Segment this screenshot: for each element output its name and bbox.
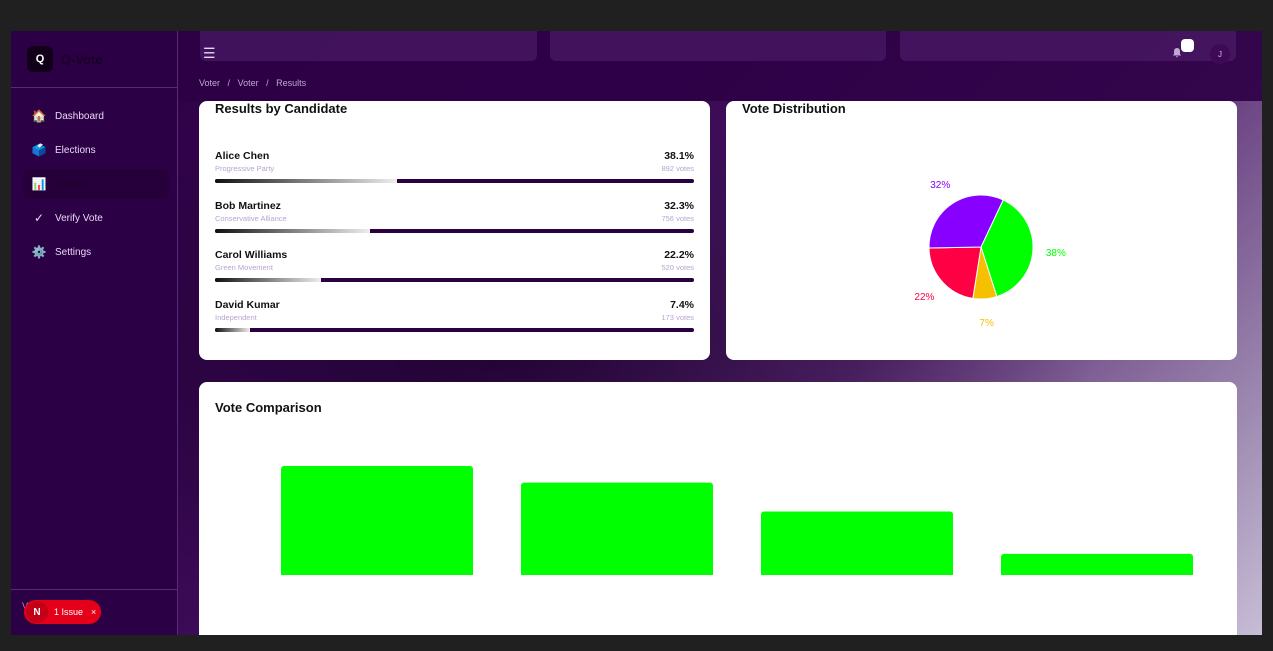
notification-dot xyxy=(1181,39,1194,52)
pie-slice-label: 32% xyxy=(930,180,950,191)
breadcrumb: Voter / Voter / Results xyxy=(199,78,311,88)
progress-bar xyxy=(215,278,694,282)
sidebar-item-label: Dashboard xyxy=(55,110,104,122)
breadcrumb-separator: / xyxy=(266,78,269,88)
sidebar-item-label: Verify Vote xyxy=(55,212,103,224)
candidate-party: Independent xyxy=(215,313,257,322)
sidebar-nav: 🏠 Dashboard 🗳️ Elections 📊 Results ✓ Ver… xyxy=(23,101,169,271)
menu-toggle-icon[interactable]: ☰ xyxy=(203,45,216,62)
main-content: ☰ Voter / Voter / Results J Results by C… xyxy=(178,31,1262,635)
chart-bar[interactable] xyxy=(281,465,473,581)
close-icon[interactable]: × xyxy=(91,607,96,617)
sidebar-item-elections[interactable]: 🗳️ Elections xyxy=(23,135,169,165)
candidate-name: Alice Chen xyxy=(215,150,270,162)
sidebar-item-results[interactable]: 📊 Results xyxy=(23,169,169,199)
issue-badge[interactable]: N 1 Issue × xyxy=(24,600,101,624)
sidebar-item-dashboard[interactable]: 🏠 Dashboard xyxy=(23,101,169,131)
candidate-row: Carol Williams 22.2% Green Movement 520 … xyxy=(215,249,694,289)
progress-fill xyxy=(215,328,251,332)
bar-chart xyxy=(199,465,1237,635)
candidate-party: Green Movement xyxy=(215,263,273,272)
sidebar-item-settings[interactable]: ⚙️ Settings xyxy=(23,237,169,267)
progress-bar xyxy=(215,179,694,183)
breadcrumb-separator: / xyxy=(227,78,231,88)
candidate-name: Bob Martinez xyxy=(215,200,281,212)
app-window: Q Q-Vote 🏠 Dashboard 🗳️ Elections 📊 Resu… xyxy=(11,31,1262,635)
chart-bar[interactable] xyxy=(761,511,953,581)
distribution-card: Vote Distribution 38% 7% 22% 32% xyxy=(726,101,1237,360)
pie-slice[interactable] xyxy=(928,246,982,299)
sidebar-item-verify-vote[interactable]: ✓ Verify Vote xyxy=(23,203,169,233)
issue-badge-text: 1 Issue xyxy=(54,607,84,617)
candidate-name: Carol Williams xyxy=(215,249,288,261)
candidate-percent: 22.2% xyxy=(664,249,694,261)
candidate-percent: 32.3% xyxy=(664,200,694,212)
app-name: Q-Vote xyxy=(61,51,103,67)
progress-bar xyxy=(215,229,694,233)
candidate-party: Progressive Party xyxy=(215,164,275,173)
card-title: Results by Candidate xyxy=(215,101,348,116)
top-bar: ☰ Voter / Voter / Results J xyxy=(178,31,1262,101)
breadcrumb-item[interactable]: Voter xyxy=(238,78,259,88)
breadcrumb-current: Results xyxy=(276,78,307,88)
issue-badge-logo: N xyxy=(26,601,48,623)
sidebar-item-label: Settings xyxy=(55,246,92,258)
progress-fill xyxy=(215,278,322,282)
sidebar: Q Q-Vote 🏠 Dashboard 🗳️ Elections 📊 Resu… xyxy=(11,31,178,635)
sidebar-item-label: Results xyxy=(55,178,89,190)
app-logo: Q xyxy=(27,46,53,72)
house-icon: 🏠 xyxy=(31,109,47,123)
sidebar-item-label: Elections xyxy=(55,144,96,156)
stat-card-placeholder xyxy=(200,31,537,61)
avatar[interactable]: J xyxy=(1210,44,1230,64)
pie-chart: 38% 7% 22% 32% xyxy=(914,180,1066,329)
comparison-card: Vote Comparison xyxy=(199,382,1237,635)
checkmark-icon: ✓ xyxy=(33,211,45,225)
candidate-percent: 38.1% xyxy=(664,150,694,162)
gear-icon: ⚙️ xyxy=(31,245,47,259)
bar-chart-icon: 📊 xyxy=(31,177,47,191)
candidate-votes: 892 votes xyxy=(661,164,694,173)
candidate-party: Conservative Alliance xyxy=(215,214,287,223)
progress-fill xyxy=(215,229,370,233)
candidate-row: Alice Chen 38.1% Progressive Party 892 v… xyxy=(215,150,694,190)
breadcrumb-item[interactable]: Voter xyxy=(199,78,220,88)
ballot-box-icon: 🗳️ xyxy=(31,143,47,157)
candidate-name: David Kumar xyxy=(215,299,280,311)
candidate-row: David Kumar 7.4% Independent 173 votes xyxy=(215,299,694,339)
candidate-votes: 520 votes xyxy=(661,263,694,272)
pie-slice-label: 22% xyxy=(914,292,934,303)
stat-card-placeholder xyxy=(550,31,886,61)
chart-baseline-area xyxy=(199,575,1237,635)
candidate-percent: 7.4% xyxy=(670,299,694,311)
progress-bar xyxy=(215,328,694,332)
sidebar-divider xyxy=(11,87,177,88)
candidate-votes: 756 votes xyxy=(661,214,694,223)
chart-bar[interactable] xyxy=(521,482,713,581)
pie-slice-label: 7% xyxy=(979,318,994,329)
progress-fill xyxy=(215,179,398,183)
candidate-votes: 173 votes xyxy=(661,313,694,322)
pie-slice-label: 38% xyxy=(1046,248,1066,259)
candidate-row: Bob Martinez 32.3% Conservative Alliance… xyxy=(215,200,694,240)
sidebar-footer-divider xyxy=(11,589,177,590)
results-card: Results by Candidate Alice Chen 38.1% Pr… xyxy=(199,101,710,360)
brand[interactable]: Q Q-Vote xyxy=(27,45,103,73)
